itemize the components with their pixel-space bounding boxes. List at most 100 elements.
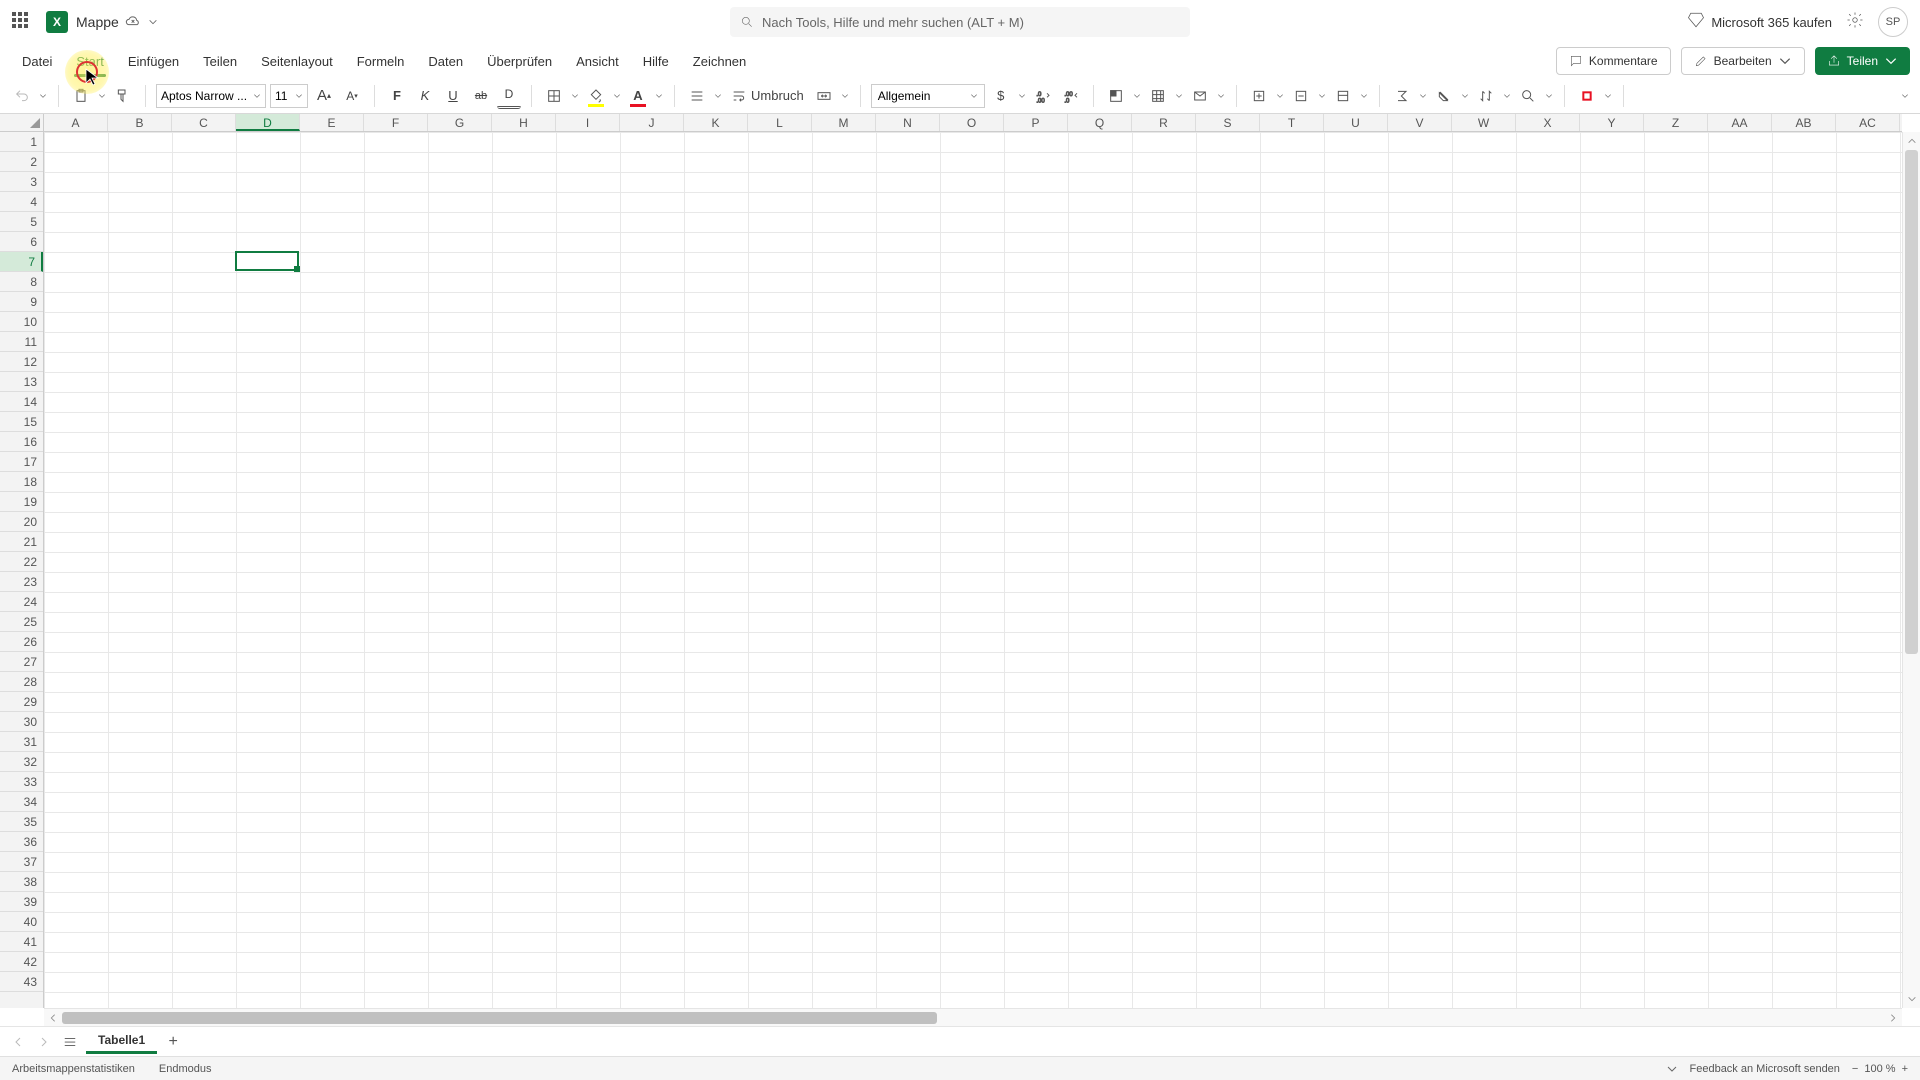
column-header[interactable]: Q bbox=[1068, 114, 1132, 131]
zoom-in-icon[interactable]: + bbox=[1902, 1063, 1908, 1075]
row-header[interactable]: 36 bbox=[0, 832, 43, 852]
decrease-decimal-button[interactable]: .00.0 bbox=[1059, 83, 1083, 109]
conditional-format-button[interactable] bbox=[1104, 83, 1128, 109]
row-header[interactable]: 26 bbox=[0, 632, 43, 652]
cells-area[interactable] bbox=[44, 132, 1902, 1008]
column-header[interactable]: S bbox=[1196, 114, 1260, 131]
cell-styles-button[interactable] bbox=[1188, 83, 1212, 109]
sort-filter-button[interactable] bbox=[1474, 83, 1498, 109]
column-header[interactable]: J bbox=[620, 114, 684, 131]
column-header[interactable]: O bbox=[940, 114, 1004, 131]
vscroll-thumb[interactable] bbox=[1905, 150, 1918, 654]
column-header[interactable]: H bbox=[492, 114, 556, 131]
row-header[interactable]: 15 bbox=[0, 412, 43, 432]
status-dropdown-icon[interactable] bbox=[1666, 1063, 1678, 1075]
insert-cells-dropdown-icon[interactable] bbox=[1275, 92, 1285, 100]
clear-button[interactable] bbox=[1432, 83, 1456, 109]
sort-filter-dropdown-icon[interactable] bbox=[1502, 92, 1512, 100]
find-select-button[interactable] bbox=[1516, 83, 1540, 109]
font-size-select[interactable]: 11 bbox=[270, 84, 308, 108]
column-header[interactable]: V bbox=[1388, 114, 1452, 131]
merge-button[interactable] bbox=[812, 83, 836, 109]
column-header[interactable]: G bbox=[428, 114, 492, 131]
feedback-link[interactable]: Feedback an Microsoft senden bbox=[1690, 1063, 1840, 1075]
column-headers[interactable]: ABCDEFGHIJKLMNOPQRSTUVWXYZAAABAC bbox=[44, 114, 1902, 132]
fill-color-dropdown-icon[interactable] bbox=[612, 92, 622, 100]
row-header[interactable]: 37 bbox=[0, 852, 43, 872]
search-box[interactable]: Nach Tools, Hilfe und mehr suchen (ALT +… bbox=[730, 7, 1190, 37]
app-launcher-icon[interactable] bbox=[12, 12, 32, 32]
decrease-font-button[interactable]: A▾ bbox=[340, 83, 364, 109]
column-header[interactable]: D bbox=[236, 114, 300, 131]
tab-hilfe[interactable]: Hilfe bbox=[631, 48, 681, 75]
scroll-up-icon[interactable] bbox=[1903, 132, 1920, 150]
delete-cells-dropdown-icon[interactable] bbox=[1317, 92, 1327, 100]
row-header[interactable]: 39 bbox=[0, 892, 43, 912]
scroll-left-icon[interactable] bbox=[44, 1013, 62, 1023]
column-header[interactable]: R bbox=[1132, 114, 1196, 131]
format-painter-button[interactable] bbox=[111, 83, 135, 109]
undo-dropdown-icon[interactable] bbox=[38, 92, 48, 100]
insert-cells-button[interactable] bbox=[1247, 83, 1271, 109]
column-header[interactable]: P bbox=[1004, 114, 1068, 131]
row-header[interactable]: 41 bbox=[0, 932, 43, 952]
column-header[interactable]: X bbox=[1516, 114, 1580, 131]
sheet-next-icon[interactable] bbox=[34, 1032, 54, 1052]
row-header[interactable]: 42 bbox=[0, 952, 43, 972]
hscroll-thumb[interactable] bbox=[62, 1012, 937, 1024]
delete-cells-button[interactable] bbox=[1289, 83, 1313, 109]
add-sheet-button[interactable]: + bbox=[163, 1032, 183, 1052]
row-header[interactable]: 5 bbox=[0, 212, 43, 232]
row-header[interactable]: 16 bbox=[0, 432, 43, 452]
column-header[interactable]: F bbox=[364, 114, 428, 131]
tab-formeln[interactable]: Formeln bbox=[345, 48, 417, 75]
vertical-scrollbar[interactable] bbox=[1902, 132, 1920, 1008]
font-color-button[interactable]: A bbox=[626, 83, 650, 109]
row-header[interactable]: 9 bbox=[0, 292, 43, 312]
double-underline-button[interactable]: D bbox=[497, 83, 521, 109]
fill-color-button[interactable] bbox=[584, 83, 608, 109]
row-header[interactable]: 23 bbox=[0, 572, 43, 592]
tab-überprüfen[interactable]: Überprüfen bbox=[475, 48, 564, 75]
borders-button[interactable] bbox=[542, 83, 566, 109]
conditional-format-dropdown-icon[interactable] bbox=[1132, 92, 1142, 100]
ribbon-expand-icon[interactable] bbox=[1900, 92, 1910, 100]
align-button[interactable] bbox=[685, 83, 709, 109]
row-header[interactable]: 6 bbox=[0, 232, 43, 252]
column-header[interactable]: I bbox=[556, 114, 620, 131]
format-cells-button[interactable] bbox=[1331, 83, 1355, 109]
column-header[interactable]: M bbox=[812, 114, 876, 131]
row-header[interactable]: 30 bbox=[0, 712, 43, 732]
tab-start[interactable]: Start bbox=[64, 48, 115, 75]
font-color-dropdown-icon[interactable] bbox=[654, 92, 664, 100]
editing-mode-button[interactable]: Bearbeiten bbox=[1681, 47, 1805, 75]
row-header[interactable]: 12 bbox=[0, 352, 43, 372]
clear-dropdown-icon[interactable] bbox=[1460, 92, 1470, 100]
font-name-select[interactable]: Aptos Narrow ... bbox=[156, 84, 266, 108]
underline-button[interactable]: U bbox=[441, 83, 465, 109]
column-header[interactable]: C bbox=[172, 114, 236, 131]
autosum-button[interactable] bbox=[1390, 83, 1414, 109]
row-header[interactable]: 8 bbox=[0, 272, 43, 292]
buy-microsoft-365[interactable]: Microsoft 365 kaufen bbox=[1687, 11, 1832, 34]
row-headers[interactable]: 1234567891011121314151617181920212223242… bbox=[0, 132, 44, 1008]
column-header[interactable]: K bbox=[684, 114, 748, 131]
row-header[interactable]: 20 bbox=[0, 512, 43, 532]
row-header[interactable]: 11 bbox=[0, 332, 43, 352]
share-button[interactable]: Teilen bbox=[1815, 47, 1910, 75]
title-dropdown-icon[interactable] bbox=[147, 16, 159, 28]
cloud-saved-icon[interactable] bbox=[125, 14, 141, 30]
increase-font-button[interactable]: A▴ bbox=[312, 83, 336, 109]
workbook-stats[interactable]: Arbeitsmappenstatistiken bbox=[12, 1063, 135, 1075]
row-header[interactable]: 1 bbox=[0, 132, 43, 152]
format-as-table-dropdown-icon[interactable] bbox=[1174, 92, 1184, 100]
column-header[interactable]: U bbox=[1324, 114, 1388, 131]
addins-dropdown-icon[interactable] bbox=[1603, 92, 1613, 100]
column-header[interactable]: Z bbox=[1644, 114, 1708, 131]
row-header[interactable]: 17 bbox=[0, 452, 43, 472]
row-header[interactable]: 34 bbox=[0, 792, 43, 812]
paste-dropdown-icon[interactable] bbox=[97, 92, 107, 100]
column-header[interactable]: T bbox=[1260, 114, 1324, 131]
column-header[interactable]: W bbox=[1452, 114, 1516, 131]
row-header[interactable]: 24 bbox=[0, 592, 43, 612]
